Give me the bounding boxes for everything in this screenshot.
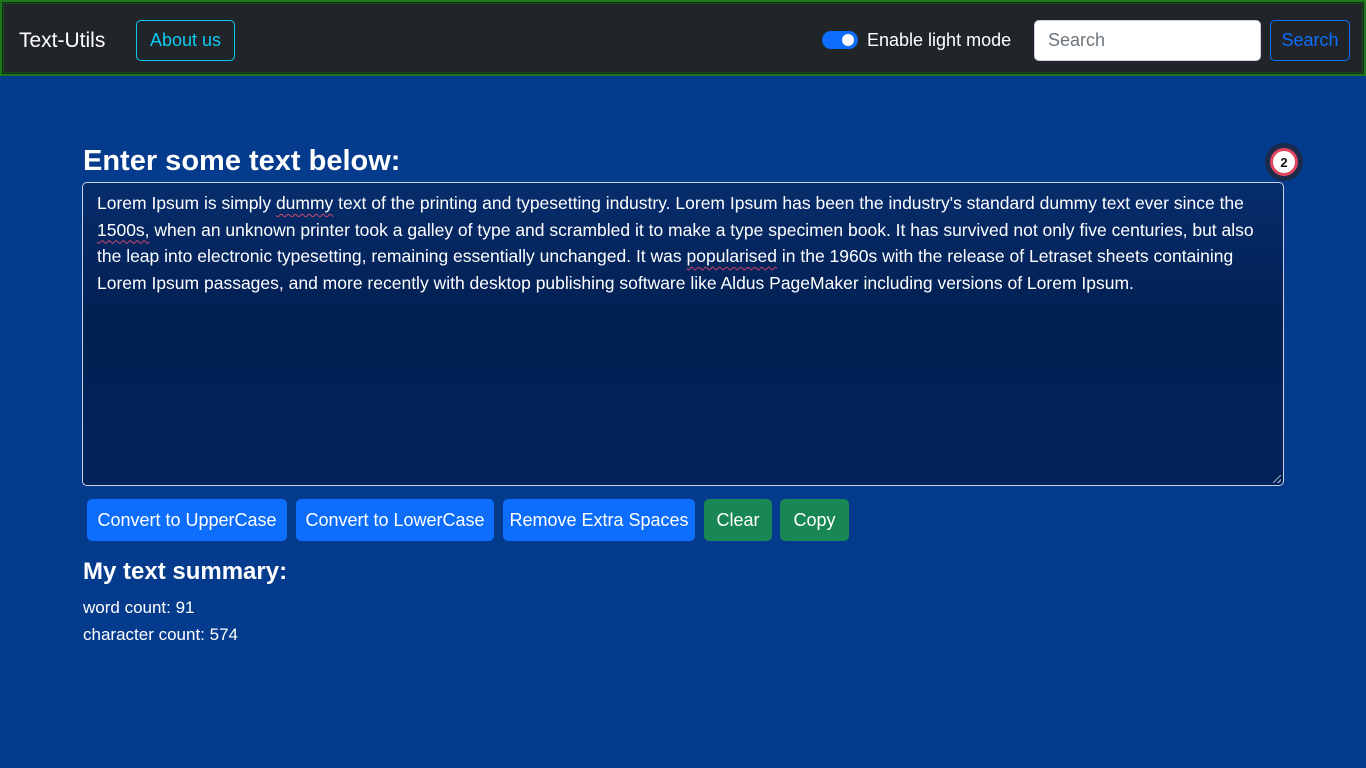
misspelled-word: 1500s, — [97, 219, 150, 240]
lowercase-button[interactable]: Convert to LowerCase — [296, 499, 494, 541]
clear-button[interactable]: Clear — [704, 499, 772, 541]
copy-button[interactable]: Copy — [780, 499, 849, 541]
navbar: Text-Utils About us Enable light mode Se… — [0, 0, 1366, 76]
extension-badge[interactable]: 2 — [1265, 143, 1303, 181]
badge-count: 2 — [1270, 148, 1298, 176]
light-mode-toggle[interactable] — [822, 31, 858, 49]
uppercase-button[interactable]: Convert to UpperCase — [87, 499, 287, 541]
search-button[interactable]: Search — [1270, 20, 1350, 61]
page-heading: Enter some text below: — [83, 145, 401, 177]
text-segment: text of the printing and typesetting ind… — [333, 193, 1244, 213]
resize-handle-icon[interactable] — [1273, 475, 1281, 483]
light-mode-label[interactable]: Enable light mode — [867, 28, 1011, 52]
remove-spaces-button[interactable]: Remove Extra Spaces — [503, 499, 695, 541]
text-input-area[interactable]: Lorem Ipsum is simply dummy text of the … — [82, 182, 1284, 486]
summary-title: My text summary: — [83, 558, 288, 585]
search-input[interactable] — [1034, 20, 1261, 61]
character-count: character count: 574 — [83, 625, 238, 644]
brand-title[interactable]: Text-Utils — [19, 28, 105, 54]
toggle-knob — [842, 34, 854, 46]
misspelled-word: popularised — [686, 246, 777, 266]
misspelled-word: dummy — [275, 193, 334, 213]
about-us-button[interactable]: About us — [136, 20, 235, 61]
word-count: word count: 91 — [83, 598, 195, 617]
text-segment: Lorem Ipsum is simply — [97, 193, 276, 213]
